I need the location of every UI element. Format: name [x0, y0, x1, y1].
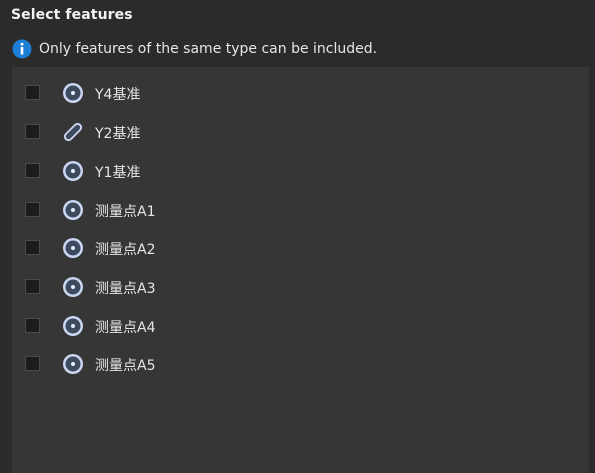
feature-label: Y1基准	[95, 165, 141, 181]
feature-label: 测量点A3	[95, 281, 156, 297]
point-icon	[61, 236, 85, 260]
feature-list-item[interactable]: 测量点A2	[12, 235, 572, 261]
feature-checkbox[interactable]	[25, 163, 40, 178]
feature-label: 测量点A2	[95, 242, 156, 258]
point-icon	[61, 352, 85, 376]
feature-label: 测量点A4	[95, 320, 156, 336]
select-features-panel: Select features Only features of the sam…	[0, 0, 595, 473]
feature-label: Y2基准	[95, 126, 141, 142]
point-icon	[61, 81, 85, 105]
feature-checkbox[interactable]	[25, 202, 40, 217]
panel-title: Select features	[11, 7, 133, 23]
info-message: Only features of the same type can be in…	[12, 39, 377, 59]
feature-list-item[interactable]: 测量点A5	[12, 351, 572, 377]
feature-list-item[interactable]: 测量点A1	[12, 197, 572, 223]
point-icon	[61, 159, 85, 183]
info-icon	[12, 39, 32, 59]
point-icon	[61, 314, 85, 338]
feature-checkbox[interactable]	[25, 318, 40, 333]
list-right-edge	[589, 67, 595, 473]
feature-list-item[interactable]: Y2基准	[12, 119, 572, 145]
feature-checkbox[interactable]	[25, 85, 40, 100]
feature-checkbox[interactable]	[25, 279, 40, 294]
feature-label: Y4基准	[95, 87, 141, 103]
feature-list-item[interactable]: Y1基准	[12, 158, 572, 184]
feature-list-item[interactable]: 测量点A4	[12, 313, 572, 339]
feature-label: 测量点A1	[95, 204, 156, 220]
point-icon	[61, 198, 85, 222]
feature-checkbox[interactable]	[25, 356, 40, 371]
point-icon	[61, 275, 85, 299]
line-icon	[61, 120, 85, 144]
feature-checkbox[interactable]	[25, 124, 40, 139]
feature-label: 测量点A5	[95, 358, 156, 374]
feature-list[interactable]: Y4基准 Y2基准 Y1基准 测量点A1 测量点A2 测量点A3 测量点A4 测…	[12, 67, 589, 473]
feature-list-item[interactable]: 测量点A3	[12, 274, 572, 300]
feature-checkbox[interactable]	[25, 240, 40, 255]
feature-list-item[interactable]: Y4基准	[12, 80, 572, 106]
info-text: Only features of the same type can be in…	[39, 41, 378, 57]
